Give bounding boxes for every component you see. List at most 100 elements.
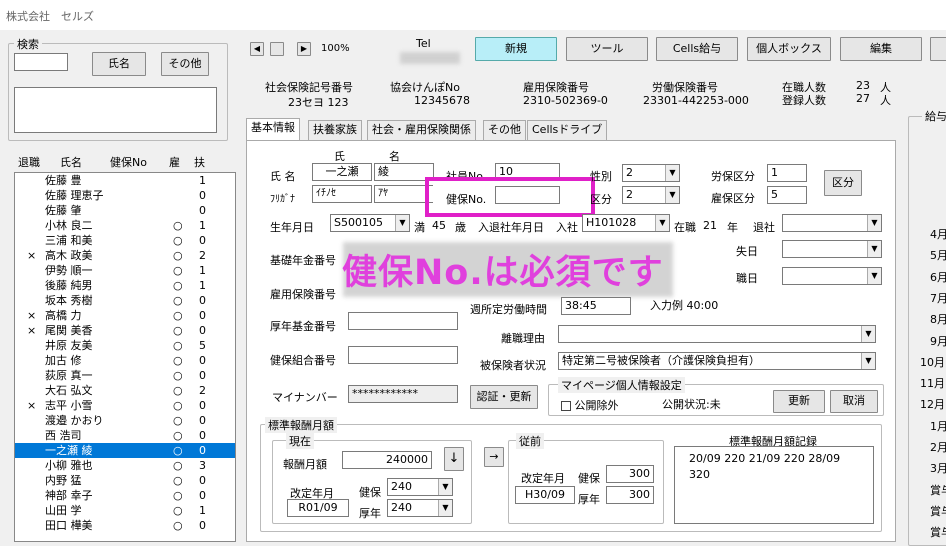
zaishoku-count: 23: [856, 79, 870, 92]
fuyo-count: 0: [199, 399, 206, 412]
tab-other[interactable]: その他: [483, 120, 526, 140]
new-button[interactable]: 新規: [475, 37, 557, 61]
birth-select[interactable]: S500105 ▼: [330, 214, 410, 232]
list-item[interactable]: 後藤 純男 ○ 1: [15, 278, 235, 293]
juzen-kenpo-input[interactable]: 300: [606, 465, 654, 483]
list-item[interactable]: 西 浩司 ○ 0: [15, 428, 235, 443]
kubun-select[interactable]: 2 ▼: [622, 186, 680, 204]
hihoken-label: 被保険者状況: [480, 359, 546, 372]
list-item[interactable]: 渡邉 かおり ○ 0: [15, 413, 235, 428]
sei-kana-input[interactable]: ｲﾁﾉｾ: [312, 185, 372, 203]
mypage-cancel-button[interactable]: 取消: [830, 390, 878, 413]
rishoku-select[interactable]: ▼: [558, 325, 876, 343]
list-item[interactable]: 三浦 和美 ○ 0: [15, 233, 235, 248]
cells-pay-button[interactable]: Cells給与: [656, 37, 738, 61]
checkbox-icon: [561, 401, 571, 411]
stop-icon[interactable]: [270, 42, 284, 56]
search-input[interactable]: [14, 53, 68, 71]
employee-name: 内野 猛: [45, 474, 82, 487]
list-item[interactable]: 坂本 秀樹 ○ 0: [15, 293, 235, 308]
tab-cells-drive[interactable]: Cellsドライブ: [527, 120, 608, 140]
list-item[interactable]: 佐藤 理恵子 0: [15, 188, 235, 203]
list-item[interactable]: × 志平 小雪 ○ 0: [15, 398, 235, 413]
tab-dependents[interactable]: 扶養家族: [308, 120, 362, 140]
tab-basic[interactable]: 基本情報: [246, 118, 300, 141]
employee-name: 渡邉 かおり: [45, 414, 104, 427]
kenkumi-input[interactable]: [348, 346, 458, 364]
next-arrow-icon[interactable]: ▶: [297, 42, 311, 56]
month-label: 9月: [930, 334, 946, 348]
extra-button[interactable]: [930, 37, 946, 61]
koyo-value: 2310-502369-0: [523, 94, 608, 107]
tab-insurance[interactable]: 社会・雇用保険関係: [367, 120, 476, 140]
edit-button[interactable]: 編集: [840, 37, 922, 61]
tools-button[interactable]: ツール: [566, 37, 648, 61]
retired-mark: ×: [27, 399, 37, 412]
down-arrow-button[interactable]: ↓: [444, 447, 464, 471]
rishoku-label: 離職理由: [501, 332, 545, 345]
fuyo-count: 0: [199, 294, 206, 307]
other-search-button[interactable]: その他: [161, 52, 209, 76]
kounen-select[interactable]: 240 ▼: [387, 499, 453, 517]
list-item[interactable]: × 高木 政美 ○ 2: [15, 248, 235, 263]
search-result-box[interactable]: [14, 87, 217, 133]
list-item[interactable]: 山田 学 ○ 1: [15, 503, 235, 518]
nen-label: 年: [727, 221, 738, 234]
list-item[interactable]: 佐藤 肇 0: [15, 203, 235, 218]
list-item[interactable]: 内野 猛 ○ 0: [15, 473, 235, 488]
hihoken-select[interactable]: 特定第二号被保険者（介護保険負担有） ▼: [558, 352, 876, 370]
date2-select[interactable]: ▼: [782, 267, 882, 285]
list-item[interactable]: × 高橋 力 ○ 0: [15, 308, 235, 323]
nyusha-select[interactable]: H101028 ▼: [582, 214, 670, 232]
koyo-mark: ○: [173, 384, 183, 397]
dropdown-arrow-icon: ▼: [665, 165, 679, 181]
list-item[interactable]: 伊勢 順一 ○ 1: [15, 263, 235, 278]
pay-group-title: 給与: [922, 108, 946, 124]
kubun-button[interactable]: 区分: [824, 170, 862, 196]
juzen-kaitei-input[interactable]: H30/09: [515, 486, 575, 504]
col-koyo: 雇: [169, 156, 180, 169]
kounen-value: 240: [391, 501, 412, 514]
list-item[interactable]: 一之瀬 綾 ○ 0: [15, 443, 235, 458]
date1-select[interactable]: ▼: [782, 240, 882, 258]
title-bar: 株式会社 セルズ: [0, 0, 946, 30]
hoshu-input[interactable]: 240000: [342, 451, 432, 469]
kaitei-input[interactable]: R01/09: [287, 499, 349, 517]
list-item[interactable]: 井原 友美 ○ 5: [15, 338, 235, 353]
list-item[interactable]: 佐藤 豊 1: [15, 173, 235, 188]
list-item[interactable]: 田口 樺美 ○ 0: [15, 518, 235, 533]
list-item[interactable]: 荻原 真一 ○ 0: [15, 368, 235, 383]
prev-arrow-icon[interactable]: ◀: [250, 42, 264, 56]
list-item[interactable]: 大石 弘文 ○ 2: [15, 383, 235, 398]
personal-box-button[interactable]: 個人ボックス: [747, 37, 831, 61]
juzen-kounen-input[interactable]: 300: [606, 486, 654, 504]
auth-update-button[interactable]: 認証・更新: [470, 385, 538, 409]
list-item[interactable]: × 尾関 美香 ○ 0: [15, 323, 235, 338]
shotei-input[interactable]: 38:45: [561, 297, 631, 315]
name-search-button[interactable]: 氏名: [92, 52, 146, 76]
nyutai-label: 入退社年月日: [478, 221, 544, 234]
kokai-jogai-checkbox[interactable]: 公開除外: [561, 397, 619, 413]
employee-name: 山田 学: [45, 504, 82, 517]
employee-list[interactable]: 佐藤 豊 1 佐藤 理恵子 0 佐藤 肇 0 小林 良二 ○ 1 三浦 和美 ○ 0 × 高木 政美 ○ 2 伊…: [14, 172, 236, 542]
kenpo2-select[interactable]: 240 ▼: [387, 478, 453, 496]
rohoku-input[interactable]: 1: [767, 164, 807, 182]
employee-name: 後藤 純男: [45, 279, 93, 292]
mypage-update-button[interactable]: 更新: [773, 390, 825, 413]
sei-input[interactable]: 一之瀬: [312, 163, 372, 181]
copy-right-button[interactable]: →: [484, 447, 504, 467]
kosei-input[interactable]: [348, 312, 458, 330]
list-item[interactable]: 小柳 雅也 ○ 3: [15, 458, 235, 473]
seibetsu-select[interactable]: 2 ▼: [622, 164, 680, 182]
koyo-mark: ○: [173, 294, 183, 307]
month-label: 1月: [930, 419, 946, 433]
kiroku-box[interactable]: 20/09 220 21/09 220 28/09 320: [674, 446, 874, 524]
taisha-select[interactable]: ▼: [782, 214, 882, 232]
koyoku-input[interactable]: 5: [767, 186, 807, 204]
list-item[interactable]: 加古 修 ○ 0: [15, 353, 235, 368]
koyo-mark: ○: [173, 429, 183, 442]
list-item[interactable]: 神部 幸子 ○ 0: [15, 488, 235, 503]
dropdown-arrow-icon: ▼: [867, 215, 881, 231]
list-item[interactable]: 小林 良二 ○ 1: [15, 218, 235, 233]
juzen-kenpo-label: 健保: [578, 472, 600, 485]
